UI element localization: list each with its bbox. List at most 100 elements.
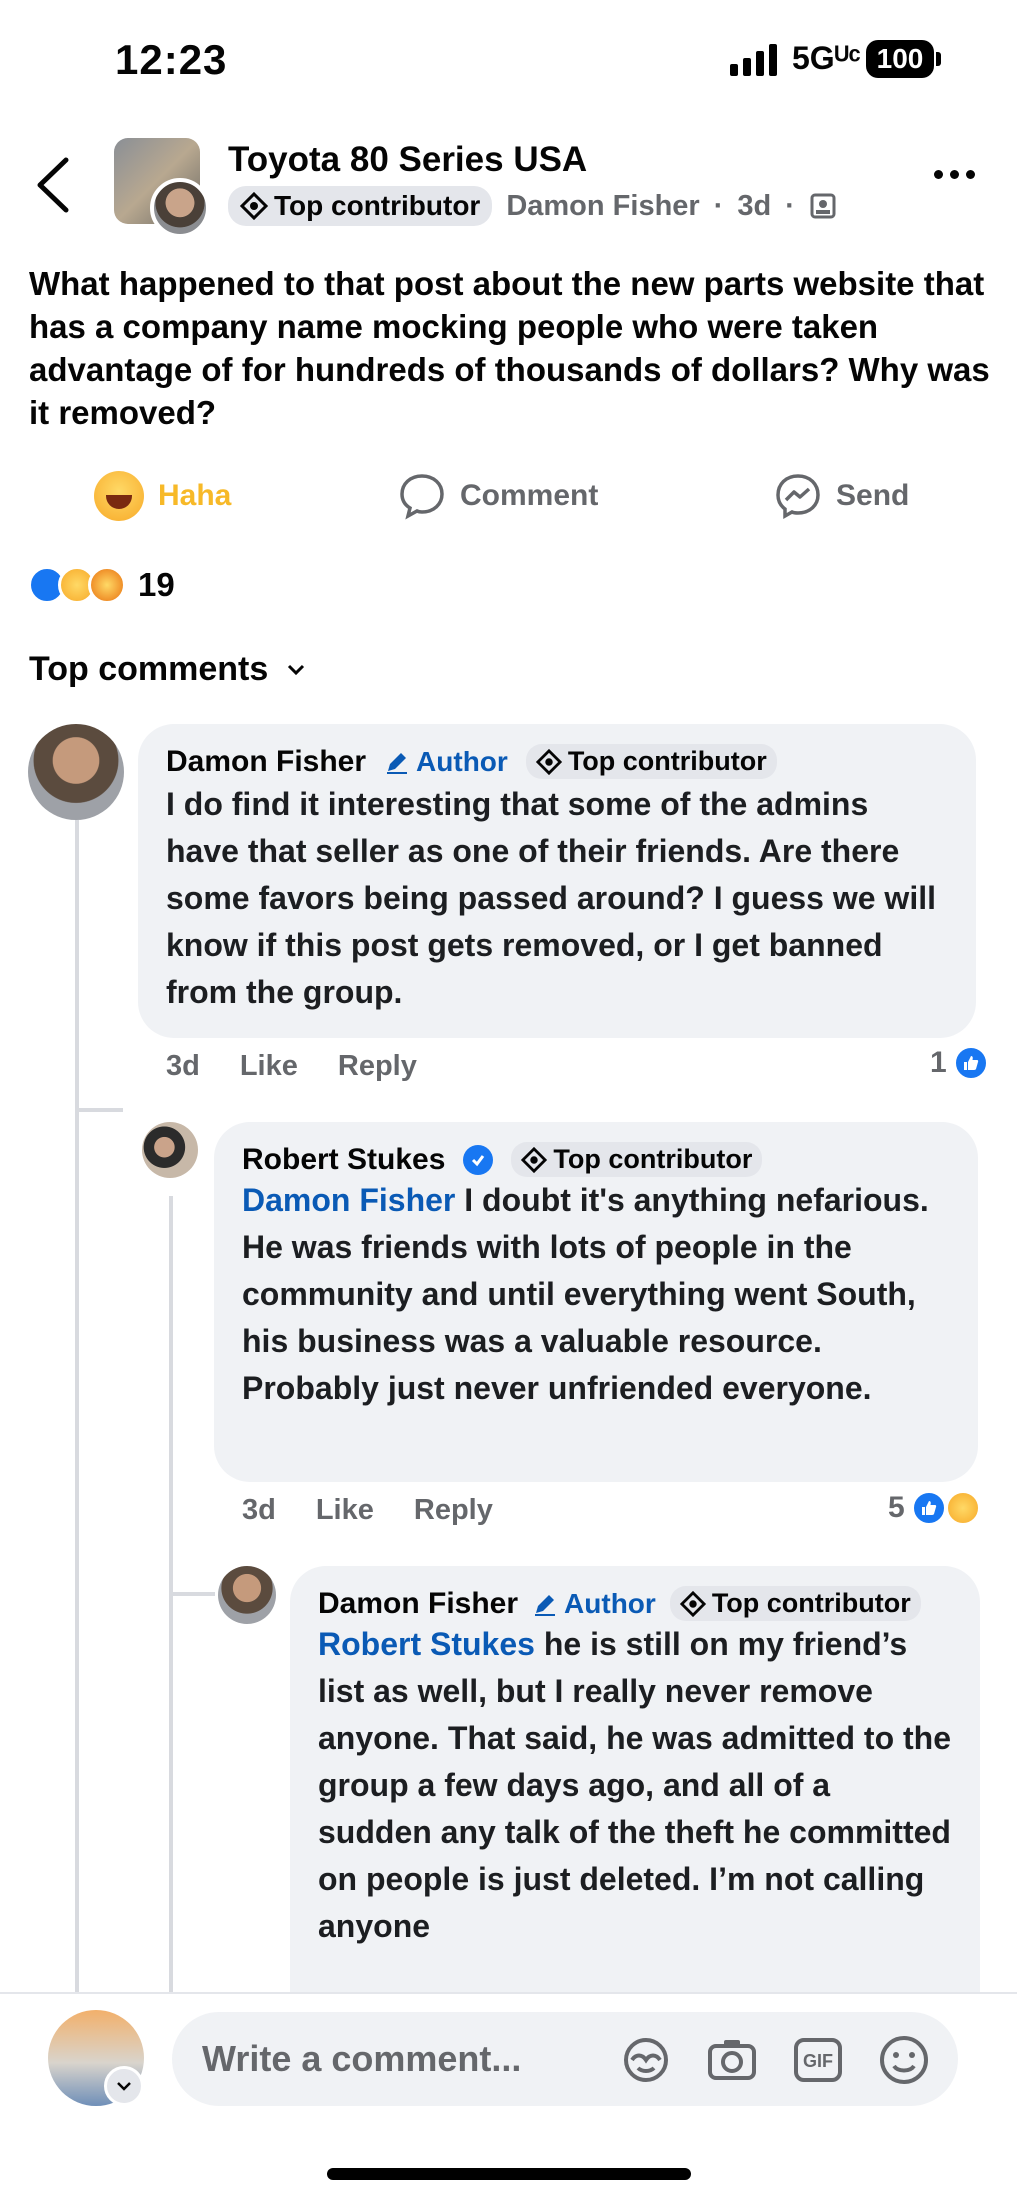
status-bar: 12:23 5Gᵁᶜ 100 [0, 0, 1017, 120]
avatar-sticker-button[interactable] [616, 2030, 676, 2090]
reaction-count: 19 [138, 566, 175, 603]
like-icon [910, 1490, 947, 1526]
thread-connector-2 [169, 1592, 215, 1596]
status-time: 12:23 [115, 36, 228, 83]
mention-link[interactable]: Robert Stukes [318, 1626, 535, 1662]
commenter-avatar[interactable] [28, 724, 124, 820]
like-icon [952, 1045, 989, 1081]
contributor-icon [679, 1590, 706, 1617]
care-reaction-icon [88, 566, 126, 604]
commenter-name[interactable]: Damon Fisher [318, 1587, 518, 1621]
like-button[interactable]: Like [316, 1494, 374, 1527]
chevron-left-icon [37, 157, 69, 213]
top-contributor-badge: Top contributor [511, 1142, 763, 1177]
commenter-avatar[interactable] [142, 1122, 198, 1178]
comment-meta: 3d Like Reply [166, 1050, 417, 1083]
comment-header: Damon Fisher Author Top contributor [166, 744, 948, 779]
battery-icon: 100 [866, 40, 934, 78]
send-label: Send [836, 479, 910, 512]
group-privacy-icon [810, 193, 836, 219]
haha-label: Haha [158, 479, 232, 512]
messenger-icon [776, 474, 820, 520]
author-label: Author [416, 745, 508, 777]
reactions-summary[interactable]: 19 [28, 566, 175, 604]
camera-button[interactable] [702, 2030, 762, 2090]
comment-label: Comment [460, 479, 599, 512]
comment-sort-dropdown[interactable]: Top comments [29, 650, 306, 689]
author-avatar[interactable] [150, 178, 210, 238]
battery-tip [936, 52, 941, 66]
avatar-sticker-icon [624, 2038, 668, 2082]
emoji-icon [880, 2036, 928, 2084]
post-header: Toyota 80 Series USA Top contributor Dam… [0, 130, 1017, 240]
comment-bubble: Damon Fisher Author Top contributor I do… [138, 724, 976, 1038]
top-contributor-badge: Top contributor [228, 186, 493, 226]
more-options-button[interactable] [934, 170, 975, 179]
badge-label: Top contributor [567, 746, 767, 776]
comment-sort-label: Top comments [29, 650, 269, 688]
like-button[interactable]: Like [240, 1050, 298, 1083]
profile-switch-button[interactable] [104, 2066, 144, 2106]
gif-icon: GIF [794, 2038, 842, 2082]
pencil-icon [535, 1594, 556, 1616]
reply-button[interactable]: Reply [414, 1494, 493, 1527]
contributor-icon [240, 192, 268, 220]
verified-icon [463, 1144, 494, 1175]
pencil-icon [387, 752, 408, 774]
comment-header: Damon Fisher Author Top contributor [318, 1586, 952, 1621]
top-contributor-badge: Top contributor [669, 1586, 921, 1621]
meta-separator: · [713, 189, 724, 222]
comment-bubble: Robert Stukes Top contributor Damon Fish… [214, 1122, 978, 1482]
send-button[interactable]: Send [774, 466, 909, 526]
comment-body: he is still on my friend’s list as well,… [318, 1626, 951, 1944]
comment-time[interactable]: 3d [166, 1050, 200, 1083]
author-tag: Author [532, 1588, 656, 1620]
gif-button[interactable]: GIF [788, 2030, 848, 2090]
group-name[interactable]: Toyota 80 Series USA [228, 140, 587, 180]
chevron-down-icon [117, 2082, 131, 2091]
badge-label: Top contributor [553, 1144, 753, 1174]
reply-button[interactable]: Reply [338, 1050, 417, 1083]
comment-header: Robert Stukes Top contributor [242, 1142, 950, 1177]
contributor-icon [535, 748, 562, 775]
comment-meta: 3d Like Reply [242, 1494, 493, 1527]
post-time[interactable]: 3d [737, 190, 771, 223]
meta-separator-2: · [785, 189, 795, 222]
post-body: What happened to that post about the new… [29, 265, 990, 431]
post-meta: Top contributor Damon Fisher · 3d · [228, 186, 837, 226]
haha-icon [94, 471, 144, 521]
comment-reaction-count: 1 [930, 1046, 947, 1079]
comment-reaction-count: 5 [888, 1491, 905, 1524]
comment-icon [400, 474, 444, 520]
comment-bubble: Damon Fisher Author Top contributor Robe… [290, 1566, 980, 2006]
comment-text: Robert Stukes he is still on my friend’s… [318, 1621, 952, 1950]
chevron-down-icon [288, 664, 305, 675]
post-actions: Haha Comment Send [0, 466, 1017, 526]
post-author[interactable]: Damon Fisher [506, 190, 699, 223]
haha-reaction-button[interactable]: Haha [94, 466, 231, 526]
badge-label: Top contributor [711, 1588, 911, 1618]
emoji-button[interactable] [874, 2030, 934, 2090]
comment-reactions[interactable]: 1 [930, 1045, 989, 1081]
comment-composer: GIF [0, 1992, 1017, 2200]
mention-link[interactable]: Damon Fisher [242, 1182, 455, 1218]
back-button[interactable] [30, 152, 80, 218]
author-label: Author [564, 1587, 656, 1619]
signal-icon [730, 42, 777, 76]
comment-time[interactable]: 3d [242, 1494, 276, 1527]
contributor-icon [521, 1146, 548, 1173]
comment-button[interactable]: Comment [398, 466, 598, 526]
thread-line [75, 820, 79, 1992]
author-tag: Author [384, 746, 508, 778]
comment-text: Damon Fisher I doubt it's anything nefar… [242, 1177, 950, 1412]
badge-label: Top contributor [274, 190, 481, 221]
comment-text: I do find it interesting that some of th… [166, 786, 936, 1010]
commenter-name[interactable]: Damon Fisher [166, 745, 366, 779]
comment-reactions[interactable]: 5 [888, 1490, 981, 1526]
svg-text:GIF: GIF [803, 2051, 833, 2071]
commenter-name[interactable]: Robert Stukes [242, 1143, 445, 1177]
top-contributor-badge: Top contributor [525, 744, 777, 779]
network-label: 5Gᵁᶜ [792, 40, 861, 76]
home-indicator [327, 2168, 691, 2180]
commenter-avatar[interactable] [218, 1566, 276, 1624]
